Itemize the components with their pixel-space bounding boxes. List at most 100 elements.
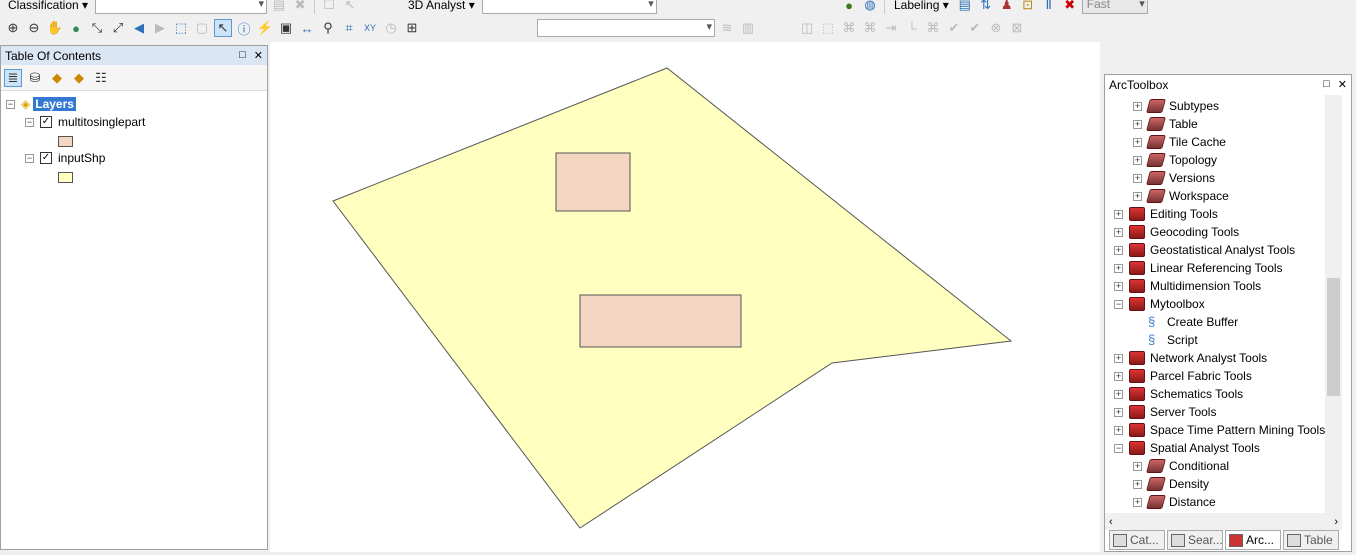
expand-icon[interactable]: + (1114, 371, 1123, 381)
html-popup-icon[interactable]: ▣ (277, 19, 295, 37)
toolbox-item[interactable]: + Workspace (1133, 187, 1229, 205)
tab-catalog[interactable]: Cat... (1109, 530, 1165, 550)
expand-icon[interactable]: + (1133, 497, 1142, 507)
list-by-visibility-icon[interactable]: ◆ (48, 69, 66, 87)
zoom-out-icon[interactable]: ⊖ (25, 19, 43, 37)
topology-tool-2-icon[interactable]: ⌘ (861, 19, 879, 37)
scroll-right-icon[interactable]: › (1334, 516, 1338, 528)
expand-icon[interactable]: + (1133, 101, 1142, 111)
table-icon[interactable]: ▤ (270, 0, 288, 14)
3d-analyst-menu[interactable]: 3D Analyst ▾ (404, 0, 479, 12)
find-route-icon[interactable]: ⌗ (340, 19, 358, 37)
scroll-left-icon[interactable]: ‹ (1109, 516, 1113, 528)
hyperlink-icon[interactable]: ⚡ (256, 19, 274, 37)
layer-checkbox[interactable]: ✓ (40, 152, 52, 164)
toolbox-item[interactable]: − Spatial Analyst Tools (1114, 439, 1260, 457)
select-features-icon[interactable]: ⬚ (172, 19, 190, 37)
part-rectangle[interactable] (555, 152, 631, 212)
full-extent-icon[interactable]: ● (67, 19, 85, 37)
fixed-zoom-out-icon[interactable]: ⤢ (109, 19, 127, 37)
expand-icon[interactable]: + (1114, 245, 1123, 255)
magnifier-icon[interactable]: ⊞ (403, 19, 421, 37)
expand-icon[interactable]: + (1114, 353, 1123, 363)
pause-labeling-icon[interactable]: Ⅱ (1040, 0, 1058, 14)
label-priority-icon[interactable]: ⇅ (977, 0, 995, 14)
toolbox-item[interactable]: § Script (1133, 331, 1198, 349)
layer-item[interactable]: − ✓ inputShp (25, 149, 105, 167)
toolbox-item[interactable]: + Space Time Pattern Mining Tools (1114, 421, 1325, 439)
horizontal-scrollbar[interactable]: ‹ › (1105, 513, 1342, 530)
classification-menu[interactable]: Classification ▾ (4, 0, 92, 12)
pan-icon[interactable]: ✋ (46, 19, 64, 37)
expand-icon[interactable]: + (1133, 119, 1142, 129)
identify-icon[interactable]: ⓘ (235, 19, 253, 37)
toolbox-item[interactable]: + Network Analyst Tools (1114, 349, 1267, 367)
close-icon[interactable]: ✕ (1338, 78, 1347, 91)
topology-tool-5-icon[interactable]: ⌘ (924, 19, 942, 37)
expand-icon[interactable]: + (1133, 191, 1142, 201)
toc-title-bar[interactable]: Table Of Contents □ ✕ (1, 46, 267, 65)
vertical-scrollbar[interactable] (1325, 95, 1342, 513)
expand-icon[interactable]: + (1114, 209, 1123, 219)
measure-icon[interactable]: ↔ (298, 19, 316, 37)
layers-root[interactable]: − ◈ Layers (6, 95, 76, 113)
error-inspector-icon[interactable]: ⊗ (987, 19, 1005, 37)
quality-select[interactable]: Fast (1081, 0, 1148, 14)
close-icon[interactable]: ✕ (254, 49, 263, 62)
globe-tool-icon[interactable]: ◍ (861, 0, 879, 14)
toolbox-item[interactable]: + Distance (1133, 493, 1216, 511)
expand-icon[interactable]: + (1114, 389, 1123, 399)
layer-checkbox[interactable]: ✓ (40, 116, 52, 128)
expand-icon[interactable]: + (1114, 263, 1123, 273)
topology-tool-3-icon[interactable]: ⇥ (882, 19, 900, 37)
map-view[interactable] (270, 42, 1100, 552)
toolbox-item[interactable]: + Multidimension Tools (1114, 277, 1261, 295)
layer-item[interactable]: − ✓ multitosinglepart (25, 113, 145, 131)
tool-icon[interactable]: ✖ (291, 0, 309, 14)
labeling-menu[interactable]: Labeling ▾ (890, 0, 953, 12)
fixed-zoom-in-icon[interactable]: ⤡ (88, 19, 106, 37)
tab-table[interactable]: Table (1283, 530, 1339, 550)
collapse-icon[interactable]: − (25, 117, 34, 127)
toolbox-item[interactable]: + Conditional (1133, 457, 1229, 475)
toolbox-item[interactable]: + Geocoding Tools (1114, 223, 1239, 241)
clear-selection-icon[interactable]: ▢ (193, 19, 211, 37)
collapse-icon[interactable]: − (1114, 443, 1123, 453)
toolbox-item[interactable]: + Versions (1133, 169, 1215, 187)
toolbox-item[interactable]: + Topology (1133, 151, 1217, 169)
collapse-icon[interactable]: − (25, 153, 34, 163)
toolbox-item[interactable]: + Linear Referencing Tools (1114, 259, 1283, 277)
toolbox-item[interactable]: + Subtypes (1133, 97, 1219, 115)
3d-analyst-combo[interactable] (481, 0, 657, 14)
histogram-icon[interactable]: ▥ (739, 19, 757, 37)
toolbox-item[interactable]: + Server Tools (1114, 403, 1216, 421)
toolbox-item[interactable]: + Table (1133, 115, 1198, 133)
tab-arctoolbox[interactable]: Arc... (1225, 530, 1281, 550)
restore-icon[interactable]: □ (1323, 78, 1330, 91)
collapse-icon[interactable]: − (6, 99, 15, 109)
expand-icon[interactable]: + (1114, 407, 1123, 417)
list-by-drawing-order-icon[interactable]: ≣ (4, 68, 22, 87)
layer-symbol[interactable] (58, 136, 73, 147)
expand-icon[interactable]: + (1114, 281, 1123, 291)
back-icon[interactable]: ◀ (130, 19, 148, 37)
collapse-icon[interactable]: − (1114, 299, 1123, 309)
expand-icon[interactable]: + (1133, 479, 1142, 489)
forward-icon[interactable]: ▶ (151, 19, 169, 37)
options-icon[interactable]: ☷ (92, 69, 110, 87)
box-icon[interactable]: ☐ (320, 0, 338, 14)
zoom-in-icon[interactable]: ⊕ (4, 19, 22, 37)
contour-icon[interactable]: ≋ (718, 19, 736, 37)
expand-icon[interactable]: + (1114, 227, 1123, 237)
validate-extent-icon[interactable]: ✔ (966, 19, 984, 37)
find-icon[interactable]: ⚲ (319, 19, 337, 37)
classification-combo[interactable] (95, 0, 268, 14)
toolbox-item[interactable]: + Parcel Fabric Tools (1114, 367, 1252, 385)
lock-labels-icon[interactable]: ⊡ (1019, 0, 1037, 14)
toolbox-item[interactable]: + Schematics Tools (1114, 385, 1243, 403)
label-manager-icon[interactable]: ▤ (956, 0, 974, 14)
toolbox-item[interactable]: + Editing Tools (1114, 205, 1218, 223)
expand-icon[interactable]: + (1133, 155, 1142, 165)
toolbox-item[interactable]: − Mytoolbox (1114, 295, 1205, 313)
scroll-thumb[interactable] (1327, 278, 1340, 396)
